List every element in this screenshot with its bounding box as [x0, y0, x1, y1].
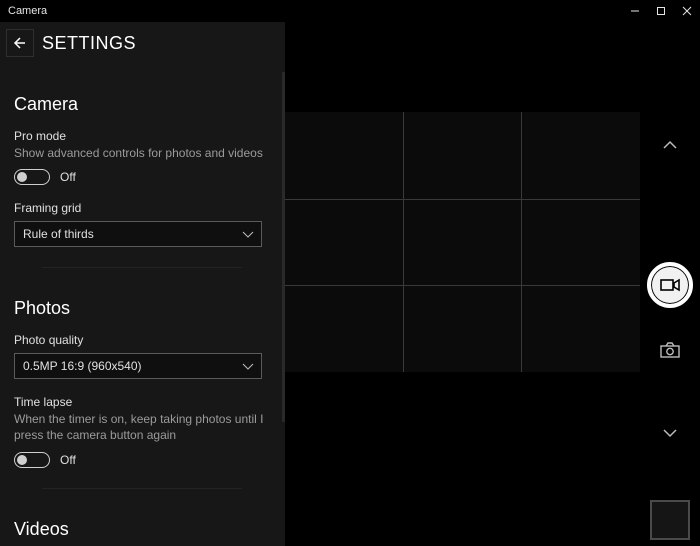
photo-mode-button[interactable] — [660, 342, 680, 358]
camera-icon — [660, 342, 680, 358]
settings-title: SETTINGS — [42, 33, 136, 54]
right-rail — [640, 22, 700, 546]
video-icon — [660, 278, 680, 292]
settings-panel: SETTINGS Camera Pro mode Show advanced c… — [0, 22, 285, 546]
section-heading-camera: Camera — [14, 94, 271, 115]
mode-prev-button[interactable] — [662, 140, 678, 150]
app-title: Camera — [0, 5, 47, 17]
time-lapse-toggle[interactable] — [14, 452, 50, 468]
grid-line — [403, 112, 404, 372]
back-button[interactable] — [6, 29, 34, 57]
camera-preview-area — [285, 22, 700, 546]
framing-grid-label: Framing grid — [14, 201, 271, 215]
framing-grid-value: Rule of thirds — [23, 227, 94, 241]
chevron-down-icon — [243, 359, 253, 373]
pro-mode-setting: Pro mode Show advanced controls for phot… — [14, 129, 271, 185]
framing-grid-setting: Framing grid Rule of thirds — [14, 201, 271, 247]
photo-quality-value: 0.5MP 16:9 (960x540) — [23, 359, 142, 373]
maximize-button[interactable] — [648, 0, 674, 22]
chevron-down-icon — [662, 428, 678, 438]
capture-button[interactable] — [647, 262, 693, 308]
section-divider — [42, 267, 242, 268]
section-divider — [42, 488, 242, 489]
titlebar: Camera — [0, 0, 700, 22]
minimize-button[interactable] — [622, 0, 648, 22]
arrow-left-icon — [12, 35, 28, 51]
settings-header: SETTINGS — [6, 22, 271, 64]
pro-mode-description: Show advanced controls for photos and vi… — [14, 145, 271, 161]
grid-line — [521, 112, 522, 372]
window-controls — [622, 0, 700, 22]
time-lapse-label: Time lapse — [14, 395, 271, 409]
time-lapse-description: When the timer is on, keep taking photos… — [14, 411, 271, 443]
chevron-down-icon — [243, 227, 253, 241]
photo-quality-setting: Photo quality 0.5MP 16:9 (960x540) — [14, 333, 271, 379]
grid-line — [285, 199, 640, 200]
time-lapse-setting: Time lapse When the timer is on, keep ta… — [14, 395, 271, 467]
content-area: SETTINGS Camera Pro mode Show advanced c… — [0, 22, 700, 546]
photo-quality-select[interactable]: 0.5MP 16:9 (960x540) — [14, 353, 262, 379]
framing-grid-select[interactable]: Rule of thirds — [14, 221, 262, 247]
grid-line — [285, 285, 640, 286]
pro-mode-state: Off — [60, 170, 76, 184]
camera-roll-thumbnail[interactable] — [650, 500, 690, 540]
pro-mode-toggle[interactable] — [14, 169, 50, 185]
photo-quality-label: Photo quality — [14, 333, 271, 347]
close-button[interactable] — [674, 0, 700, 22]
chevron-up-icon — [662, 140, 678, 150]
mode-next-button[interactable] — [662, 428, 678, 438]
section-heading-videos: Videos — [14, 519, 271, 540]
preview-frame — [285, 112, 640, 372]
section-heading-photos: Photos — [14, 298, 271, 319]
time-lapse-state: Off — [60, 453, 76, 467]
pro-mode-label: Pro mode — [14, 129, 271, 143]
camera-app-window: Camera SETTING — [0, 0, 700, 546]
